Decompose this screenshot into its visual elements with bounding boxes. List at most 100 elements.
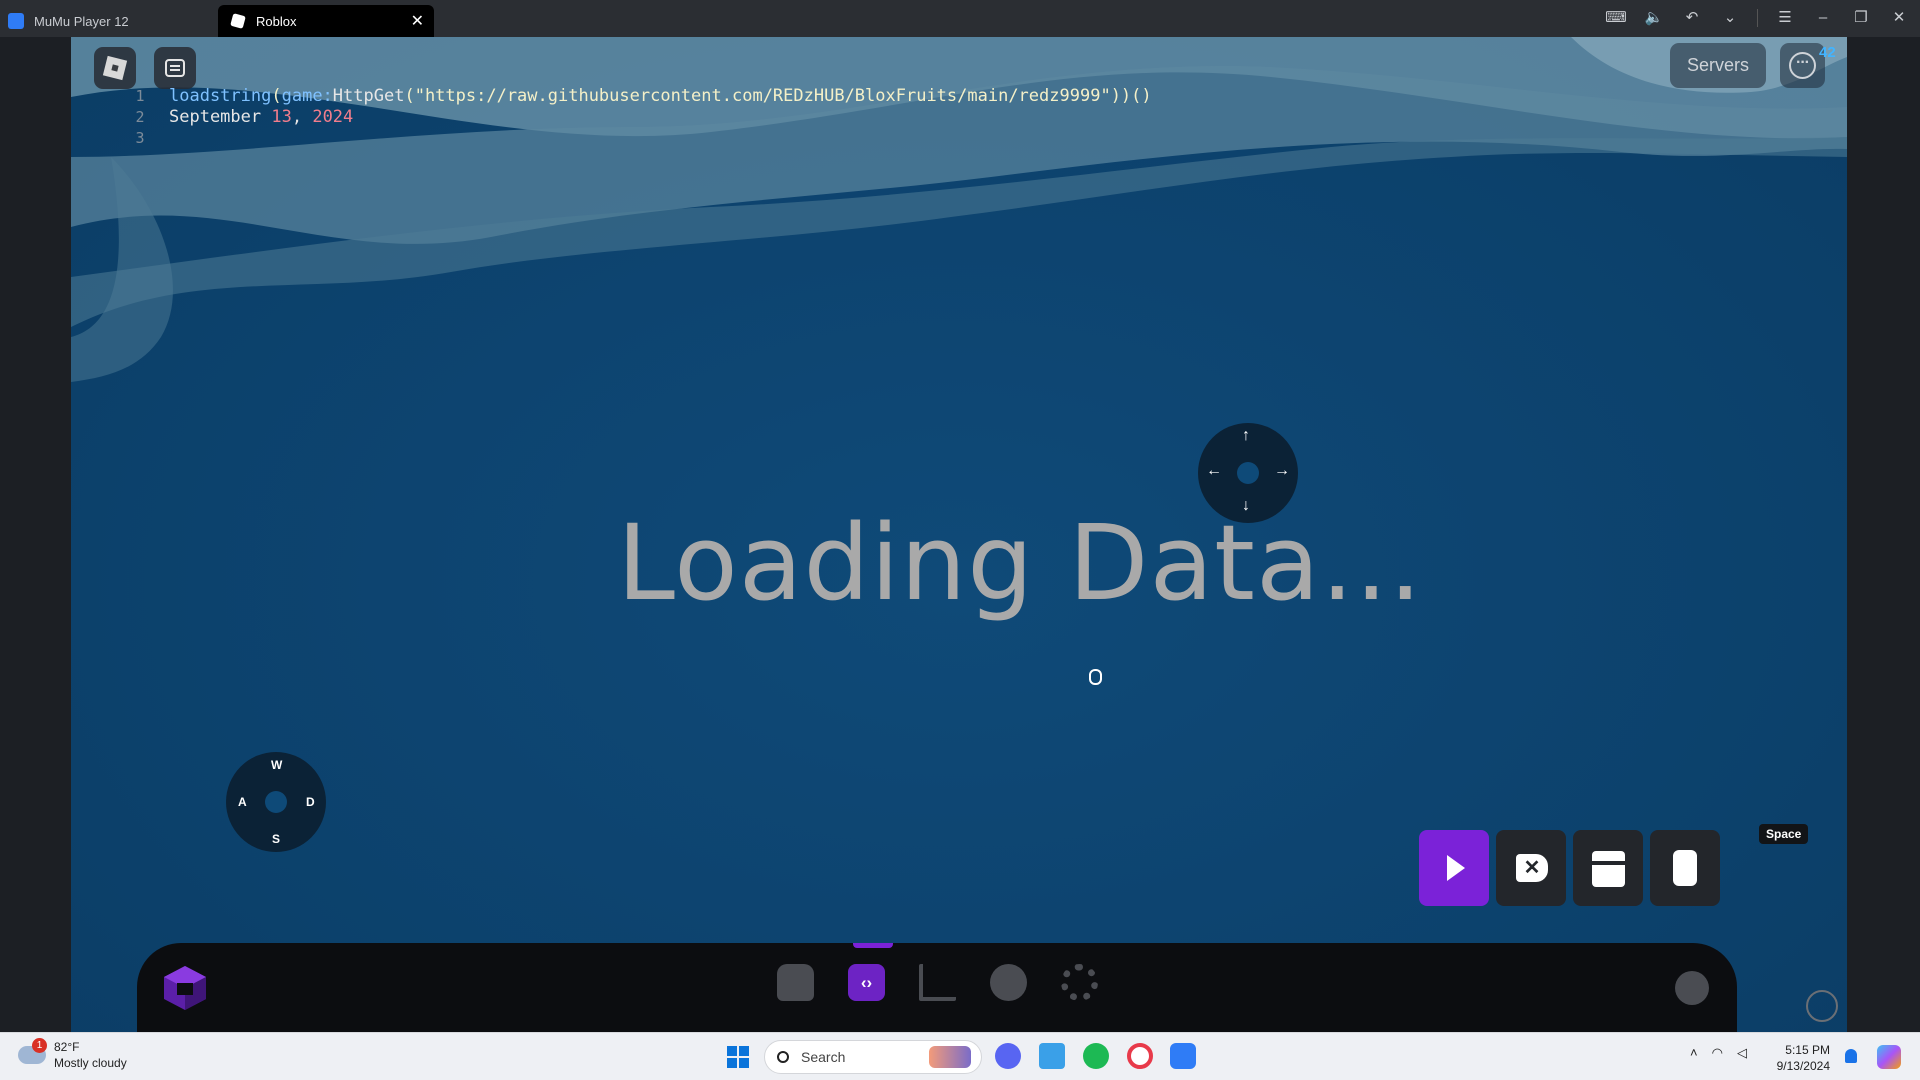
menu-icon[interactable]: ☰ [1774, 6, 1796, 30]
window-controls: ⌨ 🔈 ↶ ⌄ ☰ – ❐ ✕ [1605, 6, 1910, 30]
arrow-left-icon[interactable]: ← [1206, 462, 1222, 480]
joystick-center [265, 791, 287, 813]
code-glyph: ‹› [860, 973, 873, 992]
weather-badge: 1 [32, 1038, 47, 1053]
app-icon[interactable] [1039, 1043, 1065, 1069]
arrow-up-icon[interactable]: ↑ [1242, 427, 1250, 445]
tab-roblox[interactable]: Roblox ✕ [218, 5, 434, 37]
discord-icon[interactable] [995, 1043, 1021, 1069]
code-icon[interactable]: ‹› [848, 964, 885, 1001]
windows-taskbar: 1 82°F Mostly cloudy Search ˄ ◠ ◁ 5:15 P… [0, 1032, 1920, 1080]
keyboard-icon[interactable]: ⌨ [1605, 6, 1627, 30]
clear-button[interactable]: ✕ [1496, 830, 1566, 906]
search-icon [777, 1051, 789, 1063]
mumu-icon [8, 13, 24, 29]
save-button[interactable] [1573, 830, 1643, 906]
wasd-joystick[interactable]: W S A D [226, 752, 326, 852]
execute-button[interactable] [1419, 830, 1489, 906]
spotify-icon[interactable] [1083, 1043, 1109, 1069]
weather-temp: 82°F [54, 1040, 80, 1054]
key-a[interactable]: A [238, 795, 247, 809]
weather-text: 82°F Mostly cloudy [54, 1039, 127, 1071]
close-icon[interactable]: ✕ [1888, 6, 1910, 30]
arrow-down-icon[interactable]: ↓ [1242, 497, 1250, 515]
console-icon[interactable] [1675, 971, 1709, 1005]
active-tab-indicator [853, 943, 893, 948]
taskbar-search[interactable]: Search [764, 1040, 982, 1074]
space-key-label: Space [1759, 824, 1809, 844]
back-icon[interactable]: ↶ [1681, 6, 1703, 30]
game-viewport[interactable]: Servers ··· 42 1 loadstring(game: HttpGet… [71, 37, 1847, 1032]
executor-nav: ‹› [777, 964, 1098, 1001]
scripts-icon[interactable] [919, 964, 956, 1001]
lock-icon[interactable] [1806, 990, 1838, 1022]
mumu-taskbar-icon[interactable] [1170, 1043, 1196, 1069]
code-token: game: [281, 86, 333, 106]
left-emulator-border [0, 37, 71, 1032]
key-s[interactable]: S [272, 832, 280, 846]
code-line: 1 loadstring(game: HttpGet("https://raw.g… [111, 86, 1151, 107]
title-bar: MuMu Player 12 Roblox ✕ ⌨ 🔈 ↶ ⌄ ☰ – ❐ ✕ [0, 0, 1920, 37]
code-token: "https://raw.githubusercontent.com/REDzH… [414, 86, 1111, 106]
play-icon [1447, 855, 1465, 881]
windows-start-icon[interactable] [727, 1046, 749, 1068]
more-icon: ··· [1789, 52, 1816, 79]
weather-widget[interactable]: 1 82°F Mostly cloudy [18, 1038, 127, 1071]
search-highlight-icon [929, 1046, 971, 1068]
roblox-menu-button[interactable] [94, 47, 136, 89]
code-token: ( [404, 86, 415, 106]
chevron-down-icon[interactable]: ⌄ [1719, 6, 1741, 30]
key-w[interactable]: W [271, 758, 282, 772]
chevron-up-icon[interactable]: ˄ [1690, 1045, 1698, 1061]
executor-bottom-bar: ‹› [137, 943, 1737, 1032]
loading-data-text: Loading Data... [617, 502, 1423, 624]
roblox-menu-icon [102, 55, 128, 81]
search-placeholder: Search [801, 1049, 846, 1065]
chat-button[interactable] [154, 47, 196, 89]
clock-date: 9/13/2024 [1776, 1059, 1830, 1073]
home-icon[interactable] [777, 964, 814, 1001]
volume-icon[interactable]: ◁ [1737, 1045, 1747, 1061]
line-number: 2 [135, 108, 145, 126]
cloud-icon[interactable] [990, 964, 1027, 1001]
key-d[interactable]: D [306, 795, 315, 809]
line-number: 1 [135, 87, 145, 105]
executor-logo-icon[interactable] [160, 963, 210, 1013]
servers-button[interactable]: Servers [1670, 43, 1766, 88]
right-emulator-border [1847, 37, 1920, 1032]
volume-icon[interactable]: 🔈 [1643, 6, 1665, 30]
restore-icon[interactable]: ❐ [1850, 6, 1872, 30]
roblox-icon [230, 13, 246, 29]
code-token: HttpGet [332, 86, 405, 106]
code-token: 13 [271, 107, 292, 127]
code-line: 2 September 13, 2024 [111, 107, 1152, 128]
code-token: ( [271, 86, 282, 106]
arrow-right-icon[interactable]: → [1274, 462, 1290, 480]
notification-icon[interactable] [1845, 1049, 1857, 1063]
minimize-icon[interactable]: – [1812, 6, 1834, 30]
copilot-icon[interactable] [1877, 1045, 1901, 1069]
tab-close-icon[interactable]: ✕ [411, 11, 424, 31]
mouse-cursor-icon [1089, 669, 1102, 685]
tab-mumu-player[interactable]: MuMu Player 12 [8, 5, 213, 37]
clock[interactable]: 5:15 PM 9/13/2024 [1770, 1042, 1830, 1074]
chat-icon [165, 59, 185, 77]
wifi-icon[interactable]: ◠ [1712, 1045, 1723, 1061]
divider [1757, 9, 1758, 27]
script-editor[interactable]: 1 loadstring(game: HttpGet("https://raw.g… [111, 86, 1152, 149]
code-token: September [169, 107, 272, 127]
executor-action-buttons: ✕ [1419, 830, 1720, 906]
gear-icon[interactable] [1061, 964, 1098, 1001]
weather-condition: Mostly cloudy [54, 1056, 127, 1070]
system-tray: ˄ ◠ ◁ [1690, 1045, 1747, 1061]
notification-count-badge: 42 [1819, 44, 1836, 61]
tab-label: MuMu Player 12 [34, 13, 129, 29]
code-token: 2024 [312, 107, 354, 127]
save-icon [1592, 851, 1625, 887]
tab-label: Roblox [256, 13, 297, 29]
line-number: 3 [135, 129, 145, 147]
camera-arrow-pad[interactable]: ↑ ↓ ← → [1198, 423, 1298, 523]
arrow-pad-center [1237, 462, 1259, 484]
opera-icon[interactable] [1127, 1043, 1153, 1069]
paste-button[interactable] [1650, 830, 1720, 906]
